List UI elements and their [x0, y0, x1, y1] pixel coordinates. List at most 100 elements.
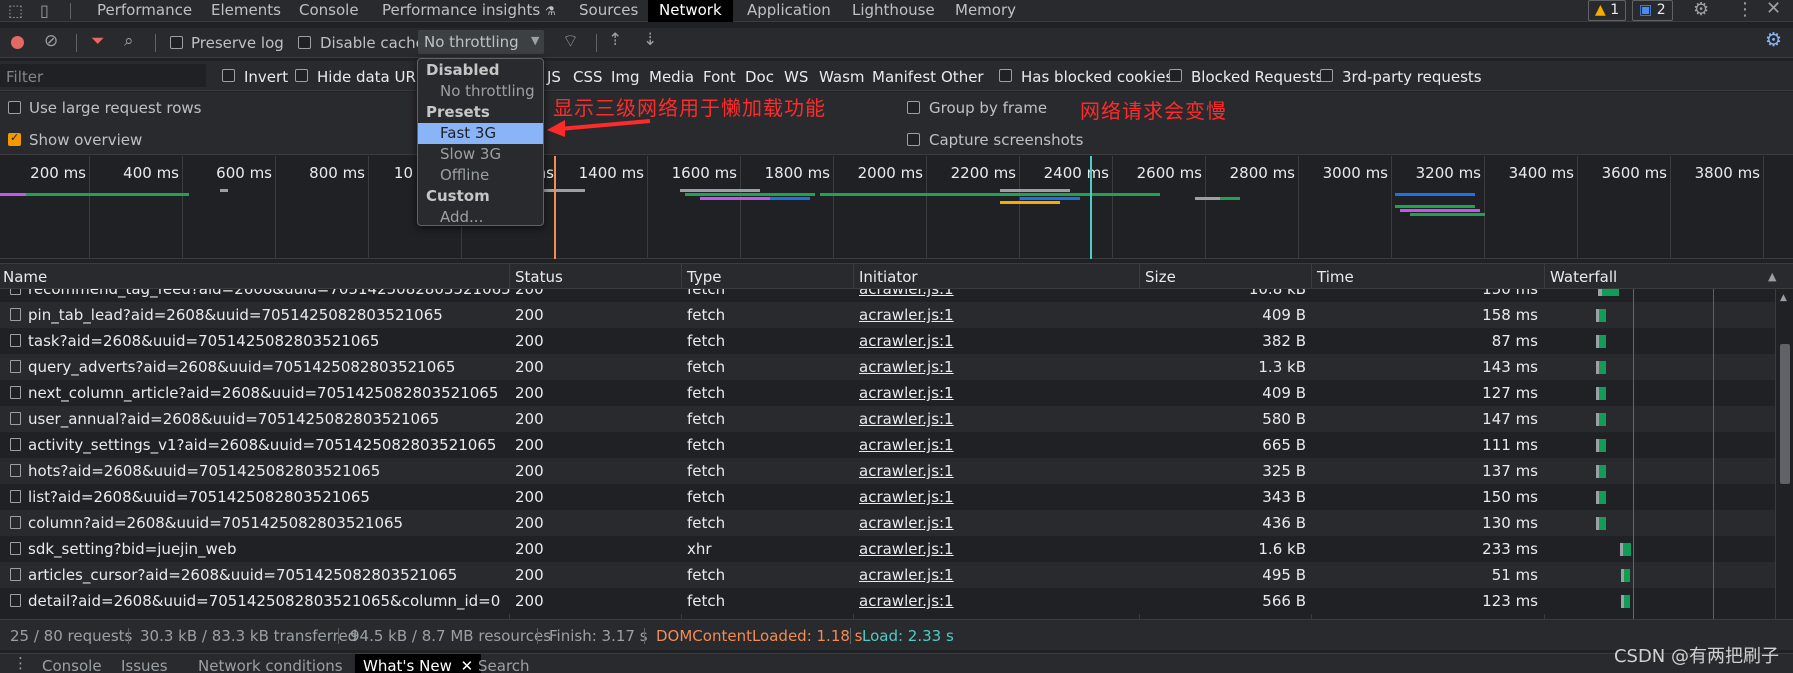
table-row[interactable]: detail?aid=2608&uuid=7051425082803521065… — [0, 588, 1775, 614]
settings-gear-icon[interactable]: ⚙ — [1693, 0, 1709, 20]
third-party-checkbox[interactable] — [1320, 69, 1333, 82]
show-overview-checkbox[interactable] — [8, 131, 21, 146]
filter-type-other[interactable]: Other — [941, 68, 984, 86]
request-initiator[interactable]: acrawler.js:1 — [859, 566, 954, 584]
scrollbar-thumb[interactable] — [1780, 344, 1790, 484]
blocked-requests-checkbox[interactable] — [1169, 69, 1182, 82]
request-initiator[interactable]: acrawler.js:1 — [859, 410, 954, 428]
column-header-initiator[interactable]: Initiator — [859, 268, 918, 286]
tab-lighthouse[interactable]: Lighthouse — [841, 0, 946, 22]
table-row[interactable]: query_adverts?aid=2608&uuid=705142508280… — [0, 354, 1775, 380]
tab-network[interactable]: Network — [648, 0, 733, 22]
inspect-element-icon[interactable]: ⬚ — [8, 1, 23, 20]
network-overview[interactable]: 200 ms400 ms600 ms800 ms10ms1400 ms1600 … — [0, 156, 1793, 259]
tab-performance[interactable]: Performance — [86, 0, 203, 22]
table-row[interactable]: task?aid=2608&uuid=7051425082803521065 20… — [0, 328, 1775, 354]
filter-type-manifest[interactable]: Manifest — [872, 68, 936, 86]
column-header-type[interactable]: Type — [687, 268, 721, 286]
tab-memory[interactable]: Memory — [944, 0, 1027, 22]
close-devtools-icon[interactable]: ✕ — [1766, 0, 1781, 19]
network-settings-icon[interactable]: ⚙ — [1765, 29, 1782, 51]
disable-cache-checkbox[interactable] — [298, 36, 311, 49]
filter-type-img[interactable]: Img — [611, 68, 640, 86]
column-header-status[interactable]: Status — [515, 268, 563, 286]
tab-performance-insights[interactable]: Performance insights ⚗ — [371, 0, 567, 22]
clear-icon[interactable]: ⊘ — [44, 31, 58, 51]
request-initiator[interactable]: acrawler.js:1 — [859, 488, 954, 506]
option-no-throttling[interactable]: No throttling — [418, 81, 543, 102]
drawer-tab-search[interactable]: Search — [478, 657, 530, 673]
filter-type-media[interactable]: Media — [649, 68, 694, 86]
table-row[interactable]: sdk_setting?bid=juejin_web 200 xhr acrawler… — [0, 536, 1775, 562]
group-by-frame-checkbox[interactable] — [907, 101, 920, 114]
filter-icon[interactable]: ⏷ — [91, 31, 105, 51]
request-initiator[interactable]: acrawler.js:1 — [859, 358, 954, 376]
request-type: fetch — [687, 384, 726, 402]
column-header-waterfall[interactable]: Waterfall — [1550, 268, 1617, 286]
search-icon[interactable]: ⌕ — [124, 31, 134, 51]
table-row[interactable]: recommend_tag_feed?aid=2608&uuid=7051425… — [0, 289, 1775, 302]
import-har-icon[interactable]: ⇡ — [608, 30, 622, 50]
request-name: column?aid=2608&uuid=7051425082803521065 — [28, 514, 404, 532]
column-header-time[interactable]: Time — [1317, 268, 1354, 286]
throttling-select[interactable]: No throttling ▼ — [418, 30, 544, 54]
request-initiator[interactable]: acrawler.js:1 — [859, 384, 954, 402]
drawer-tab-whats-new[interactable]: What's New ✕ — [355, 654, 482, 673]
warnings-badge[interactable]: ▲ 1 — [1588, 0, 1627, 21]
table-row[interactable]: activity_settings_v1?aid=2608&uuid=70514… — [0, 432, 1775, 458]
table-row[interactable]: next_column_article?aid=2608&uuid=705142… — [0, 380, 1775, 406]
device-toolbar-icon[interactable]: ▯ — [40, 1, 49, 20]
capture-screenshots-checkbox[interactable] — [907, 133, 920, 146]
table-row[interactable]: hots?aid=2608&uuid=7051425082803521065 20… — [0, 458, 1775, 484]
tab-console[interactable]: Console — [288, 0, 370, 22]
tab-sources[interactable]: Sources — [568, 0, 649, 22]
table-row[interactable]: list?aid=2608&uuid=7051425082803521065 20… — [0, 484, 1775, 510]
record-icon[interactable] — [11, 36, 24, 49]
preserve-log-checkbox[interactable] — [170, 36, 183, 49]
invert-checkbox[interactable] — [222, 69, 235, 82]
option-add[interactable]: Add... — [418, 207, 543, 228]
table-row[interactable]: articles_cursor?aid=2608&uuid=7051425082… — [0, 562, 1775, 588]
close-icon[interactable]: ✕ — [461, 657, 474, 673]
filter-input[interactable]: Filter — [0, 64, 206, 87]
drawer-tab-network-conditions[interactable]: Network conditions — [198, 657, 343, 673]
request-initiator[interactable]: acrawler.js:1 — [859, 592, 954, 610]
option-fast-3g[interactable]: Fast 3G — [418, 123, 543, 144]
table-scrollbar[interactable]: ▲ — [1775, 289, 1793, 619]
filter-type-wasm[interactable]: Wasm — [819, 68, 865, 86]
tab-application[interactable]: Application — [736, 0, 842, 22]
has-blocked-cookies-checkbox[interactable] — [999, 69, 1012, 82]
drawer-tab-console[interactable]: Console — [42, 657, 102, 673]
table-row[interactable]: column?aid=2608&uuid=7051425082803521065… — [0, 510, 1775, 536]
request-initiator[interactable]: acrawler.js:1 — [859, 436, 954, 454]
messages-badge[interactable]: ▣ 2 — [1632, 0, 1673, 21]
filter-type-doc[interactable]: Doc — [745, 68, 774, 86]
request-initiator[interactable]: acrawler.js:1 — [859, 289, 954, 298]
column-header-size[interactable]: Size — [1145, 268, 1176, 286]
tab-elements[interactable]: Elements — [200, 0, 292, 22]
request-initiator[interactable]: acrawler.js:1 — [859, 514, 954, 532]
filter-type-font[interactable]: Font — [703, 68, 736, 86]
export-har-icon[interactable]: ⇣ — [643, 30, 657, 50]
network-conditions-icon[interactable]: ⌔ — [562, 30, 579, 53]
table-row[interactable]: user_annual?aid=2608&uuid=70514250828035… — [0, 406, 1775, 432]
large-rows-checkbox[interactable] — [8, 101, 21, 114]
table-row[interactable]: pin_tab_lead?aid=2608&uuid=7051425082803… — [0, 302, 1775, 328]
more-options-icon[interactable]: ⋮ — [1736, 0, 1754, 20]
option-slow-3g[interactable]: Slow 3G — [418, 144, 543, 165]
filter-type-ws[interactable]: WS — [784, 68, 808, 86]
drawer-tab-issues[interactable]: Issues — [121, 657, 168, 673]
drawer-menu-icon[interactable]: ⋮ — [13, 654, 28, 672]
option-offline[interactable]: Offline — [418, 165, 543, 186]
request-initiator[interactable]: acrawler.js:1 — [859, 462, 954, 480]
request-initiator[interactable]: acrawler.js:1 — [859, 332, 954, 350]
scroll-up-icon[interactable]: ▲ — [1780, 293, 1787, 303]
request-size: 382 B — [1262, 332, 1306, 350]
filter-type-js[interactable]: JS — [547, 68, 561, 86]
column-header-name[interactable]: Name — [3, 268, 47, 286]
hide-data-urls-checkbox[interactable] — [295, 69, 308, 82]
request-name: query_adverts?aid=2608&uuid=705142508280… — [28, 358, 456, 376]
request-initiator[interactable]: acrawler.js:1 — [859, 306, 954, 324]
filter-type-css[interactable]: CSS — [573, 68, 603, 86]
request-initiator[interactable]: acrawler.js:1 — [859, 540, 954, 558]
